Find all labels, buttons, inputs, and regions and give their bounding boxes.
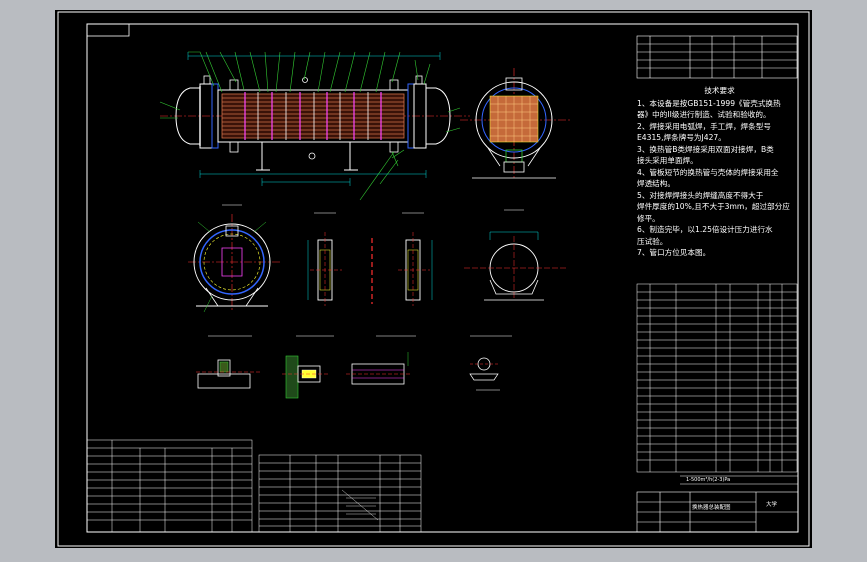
bill-of-materials	[636, 283, 798, 473]
note-line: 7、管口方位见本图。	[637, 248, 711, 257]
note-line: 压试验。	[637, 236, 668, 246]
title-block-name: 换热器总装配图	[692, 505, 731, 511]
note-line: 接头采用单面焊。	[637, 156, 698, 165]
note-line: 2、焊接采用电弧焊，手工焊，焊条型号	[637, 121, 771, 131]
drawing-number-box	[86, 23, 130, 37]
notes-title: 技术要求	[704, 86, 735, 95]
note-line: 焊件厚度的10%,且不大于3mm，超过部分应	[637, 202, 790, 211]
note-line: 4、管板短节的换热管与壳体的焊接采用全	[637, 167, 779, 177]
note-line: 5、对接焊焊接头的焊缝高度不得大于	[637, 190, 764, 200]
nozzle-table	[636, 35, 798, 79]
note-line: E4315,焊条牌号为J427。	[637, 133, 726, 142]
weld-detail-4	[469, 357, 500, 391]
side-section-view	[460, 68, 570, 180]
tube-bundle	[221, 93, 405, 139]
weld-detail-3	[346, 352, 410, 385]
technical-requirements: 技术要求 1、本设备是按GB151-1999《管壳式换热 器》中的II级进行制造…	[637, 85, 802, 259]
note-line: 6、制造完毕，以1.25倍设计压力进行水	[637, 225, 773, 234]
section-a-view	[188, 214, 280, 313]
note-line: 3、换热管B类焊接采用双面对接焊，B类	[637, 144, 774, 154]
note-line: 器》中的II级进行制造、试验和验收的。	[637, 110, 771, 119]
title-block-company: 大学	[766, 502, 778, 508]
note-line: 焊透结构。	[637, 179, 675, 188]
note-line: 修平。	[637, 213, 660, 223]
design-data-table	[86, 439, 253, 533]
note-line: 1、本设备是按GB151-1999《管壳式换热	[637, 98, 781, 108]
cad-viewport[interactable]: 技术要求 1、本设备是按GB151-1999《管壳式换热 器》中的II级进行制造…	[0, 0, 867, 562]
nozzle-schedule-table	[258, 454, 422, 533]
detail-views	[196, 204, 566, 399]
weld-detail-2	[282, 355, 330, 399]
main-elevation-view	[159, 51, 470, 201]
weld-detail-1	[196, 359, 260, 389]
bom-footer-text: 1-500m³/h(2-3)Pa	[686, 477, 731, 483]
